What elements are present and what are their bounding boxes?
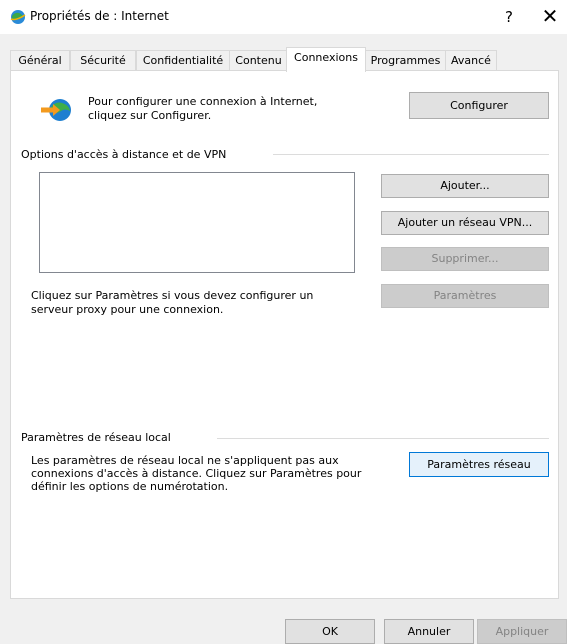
add-vpn-button[interactable]: Ajouter un réseau VPN... (381, 211, 549, 235)
dialup-settings-button[interactable]: Paramètres (381, 284, 549, 308)
close-button[interactable]: ✕ (537, 3, 563, 29)
window-title: Propriétés de : Internet (30, 9, 169, 23)
network-globe-arrow-icon (41, 99, 71, 121)
add-button[interactable]: Ajouter... (381, 174, 549, 198)
dialup-group-title: Options d'accès à distance et de VPN (21, 148, 227, 161)
internet-properties-window: Propriétés de : Internet ? ✕ Général Séc… (0, 0, 567, 644)
ok-button[interactable]: OK (285, 619, 375, 644)
lan-group-divider (217, 438, 549, 439)
connections-panel: Pour configurer une connexion à Internet… (10, 70, 559, 599)
help-button[interactable]: ? (497, 5, 521, 29)
lan-settings-button[interactable]: Paramètres réseau (409, 452, 549, 477)
tab-advanced[interactable]: Avancé (445, 50, 497, 71)
tab-strip: Général Sécurité Confidentialité Contenu… (10, 47, 555, 72)
lan-description: Les paramètres de réseau local ne s'appl… (31, 454, 362, 493)
setup-description: Pour configurer une connexion à Internet… (88, 95, 318, 122)
proxy-description: Cliquez sur Paramètres si vous devez con… (31, 289, 314, 316)
cancel-button[interactable]: Annuler (384, 619, 474, 644)
connections-list[interactable] (39, 172, 355, 273)
tab-security[interactable]: Sécurité (70, 50, 136, 71)
internet-options-globe-icon (10, 10, 26, 24)
configure-button[interactable]: Configurer (409, 92, 549, 119)
tab-connections[interactable]: Connexions (286, 47, 366, 72)
apply-button[interactable]: Appliquer (477, 619, 567, 644)
tab-general[interactable]: Général (10, 50, 70, 71)
dialup-group-divider (273, 154, 549, 155)
lan-group-title: Paramètres de réseau local (21, 431, 171, 444)
tab-programs[interactable]: Programmes (365, 50, 446, 71)
remove-button[interactable]: Supprimer... (381, 247, 549, 271)
tab-privacy[interactable]: Confidentialité (136, 50, 230, 71)
tab-content[interactable]: Contenu (229, 50, 288, 71)
title-bar: Propriétés de : Internet ? ✕ (0, 0, 567, 34)
